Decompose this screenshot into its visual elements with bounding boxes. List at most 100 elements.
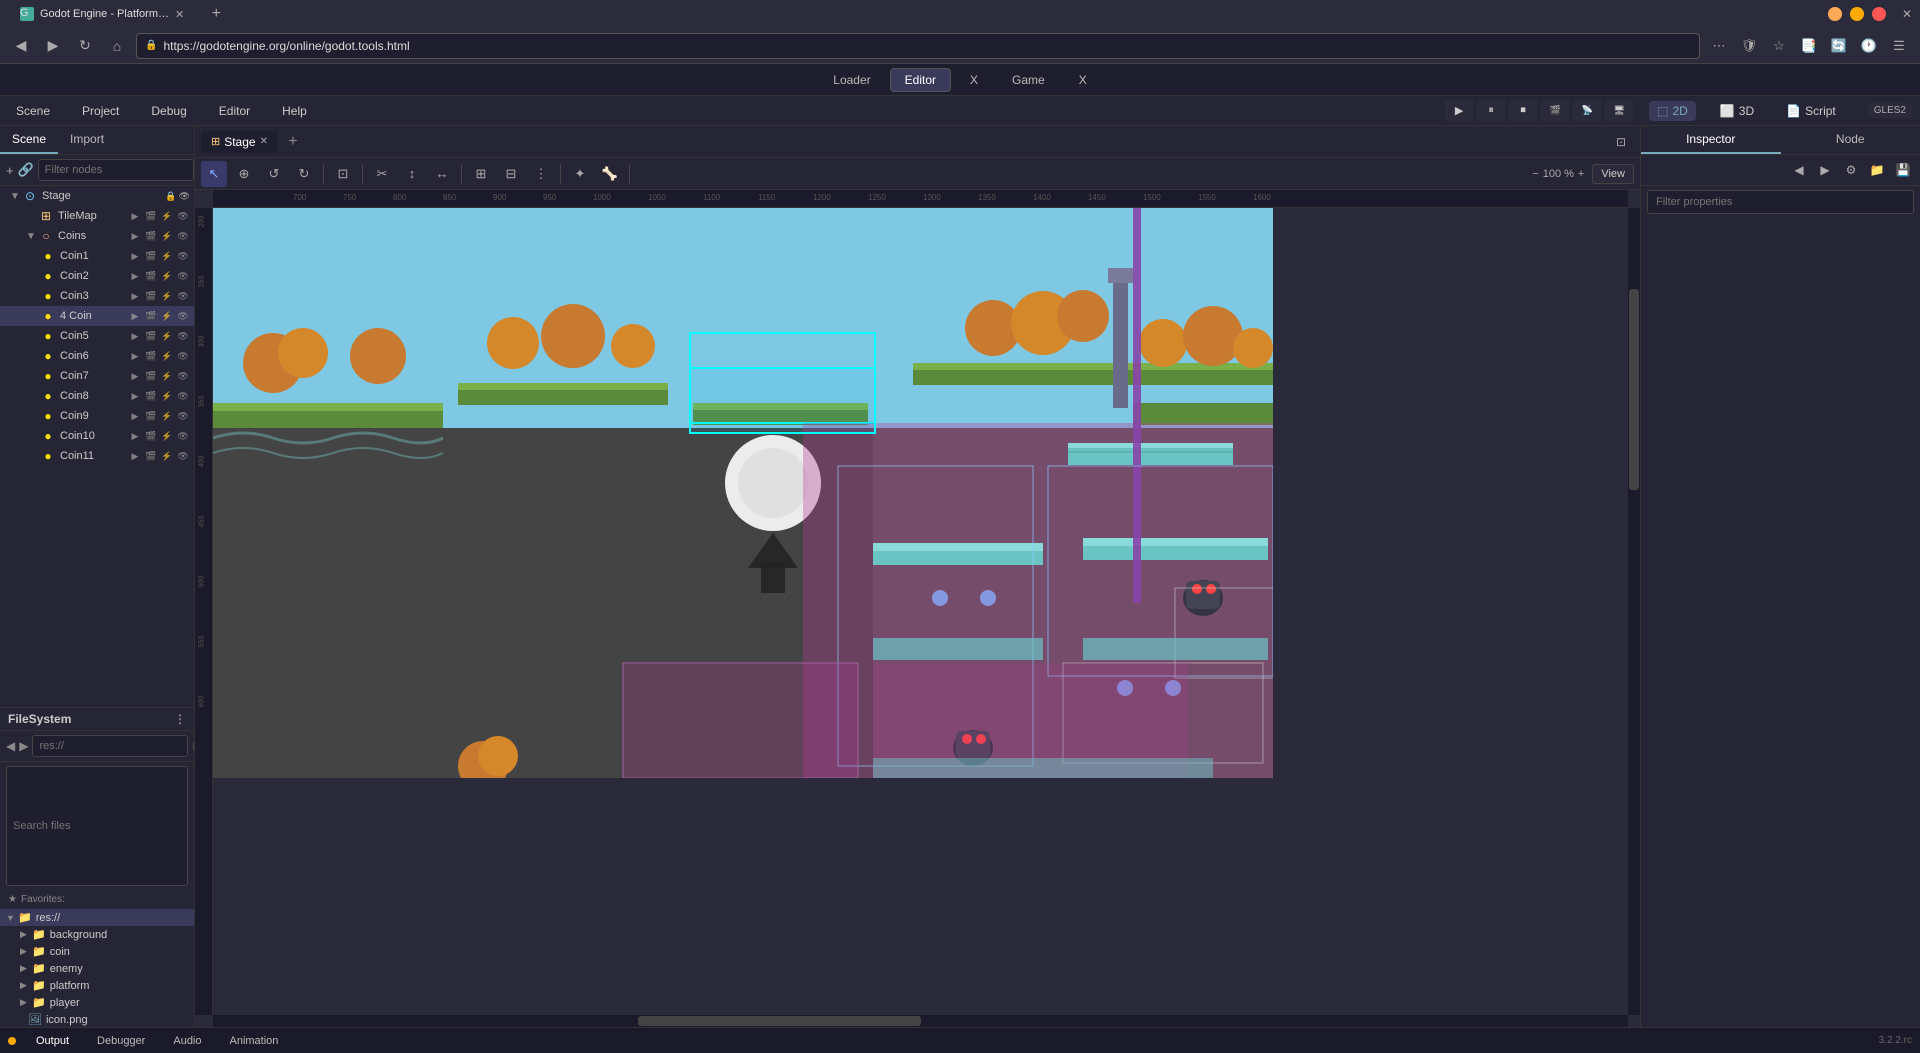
movie-button[interactable]: 🎬 — [1541, 100, 1569, 122]
mode-3d-button[interactable]: ⬜ 3D — [1712, 101, 1762, 121]
eye-action-tilemap[interactable]: 👁 — [176, 209, 190, 223]
tab-loader[interactable]: Loader — [818, 68, 885, 92]
menu-project[interactable]: Project — [74, 100, 127, 122]
v-scrollbar-thumb[interactable] — [1629, 289, 1639, 491]
tab-x1[interactable]: X — [955, 68, 993, 92]
inspector-history-back[interactable]: ◀ — [1788, 159, 1810, 181]
output-tab[interactable]: Output — [28, 1033, 77, 1049]
tree-item-coin9[interactable]: ● Coin9 ▶ 🎬 ⚡ 👁 — [0, 406, 194, 426]
fs-item-coin[interactable]: ▶ 📁 coin — [0, 943, 194, 960]
tree-item-tilemap[interactable]: ▶ ⊞ TileMap ▶ 🎬 ⚡ 👁 — [0, 206, 194, 226]
menu-debug[interactable]: Debug — [143, 100, 194, 122]
view-button[interactable]: View — [1592, 164, 1634, 184]
animation-tab[interactable]: Animation — [222, 1033, 287, 1049]
new-tab-button[interactable]: + — [204, 2, 228, 26]
signal-action-tilemap[interactable]: ⚡ — [160, 209, 174, 223]
tab-editor[interactable]: Editor — [890, 68, 951, 92]
rect-tool[interactable]: ⊡ — [330, 161, 356, 187]
ruler-tool[interactable]: ↔ — [429, 161, 455, 187]
inspector-settings-icon[interactable]: ⚙ — [1840, 159, 1862, 181]
link-button[interactable]: 🔗 — [18, 159, 34, 181]
node-tab[interactable]: Node — [1781, 126, 1920, 154]
lock-tool[interactable]: ⊟ — [498, 161, 524, 187]
tree-item-coin6[interactable]: ● Coin6 ▶ 🎬 ⚡ 👁 — [0, 346, 194, 366]
eye-action-coins[interactable]: 👁 — [176, 229, 190, 243]
tree-item-coins[interactable]: ▼ ○ Coins ▶ 🎬 ⚡ 👁 — [0, 226, 194, 246]
filter-properties-input[interactable] — [1647, 190, 1914, 214]
select-all-tool[interactable]: ✂ — [369, 161, 395, 187]
inspector-tab[interactable]: Inspector — [1641, 126, 1781, 154]
window-close-x[interactable]: ✕ — [1902, 7, 1912, 21]
inspector-history-forward[interactable]: ▶ — [1814, 159, 1836, 181]
h-scrollbar[interactable] — [213, 1015, 1628, 1027]
eye-icon-stage[interactable]: 👁 — [179, 191, 190, 202]
fs-forward-icon[interactable]: ▶ — [19, 739, 28, 753]
fs-panel-menu[interactable]: ⋮ — [174, 712, 186, 726]
tree-item-coin11[interactable]: ● Coin11 ▶ 🎬 ⚡ 👁 — [0, 446, 194, 466]
film-action-tilemap[interactable]: 🎬 — [144, 209, 158, 223]
fs-search-input[interactable] — [6, 766, 188, 886]
sync-icon[interactable]: 🔄 — [1826, 33, 1852, 59]
url-bar[interactable]: 🔒 https://godotengine.org/online/godot.t… — [136, 33, 1700, 59]
fs-back-icon[interactable]: ◀ — [6, 739, 15, 753]
minimize-button[interactable] — [1828, 7, 1842, 21]
pivot-tool[interactable]: ✦ — [567, 161, 593, 187]
browser-tab-active[interactable]: G Godot Engine - Platform… ✕ — [8, 3, 196, 25]
fs-item-res[interactable]: ▼ 📁 res:// — [0, 909, 194, 926]
menu-help[interactable]: Help — [274, 100, 315, 122]
play-action-tilemap[interactable]: ▶ — [128, 209, 142, 223]
tree-item-coin8[interactable]: ● Coin8 ▶ 🎬 ⚡ 👁 — [0, 386, 194, 406]
select-tool[interactable]: ↖ — [201, 161, 227, 187]
shield-icon[interactable]: 🛡 — [1736, 33, 1762, 59]
snap-tool[interactable]: ⊞ — [468, 161, 494, 187]
bookmark-icon[interactable]: ☆ — [1766, 33, 1792, 59]
debugger-tab[interactable]: Debugger — [89, 1033, 153, 1049]
move-tool[interactable]: ⊕ — [231, 161, 257, 187]
fs-item-platform[interactable]: ▶ 📁 platform — [0, 977, 194, 994]
play-action-coins[interactable]: ▶ — [128, 229, 142, 243]
screenshot-button[interactable]: 🖥 — [1605, 100, 1633, 122]
tree-item-coin4[interactable]: ● 4 Coin ▶ 🎬 ⚡ 👁 — [0, 306, 194, 326]
game-canvas[interactable] — [213, 208, 1640, 1027]
zoom-out-icon[interactable]: − — [1532, 168, 1538, 180]
filter-nodes-input[interactable] — [38, 159, 194, 181]
fs-item-player[interactable]: ▶ 📁 player — [0, 994, 194, 1011]
film-action-coins[interactable]: 🎬 — [144, 229, 158, 243]
bookmarks-list-icon[interactable]: 📑 — [1796, 33, 1822, 59]
tab-close-button[interactable]: ✕ — [175, 8, 184, 21]
pause-button[interactable]: ⏸ — [1477, 100, 1505, 122]
back-button[interactable]: ◀ — [8, 33, 34, 59]
v-scrollbar[interactable] — [1628, 208, 1640, 1015]
mode-2d-button[interactable]: ⬚ 2D — [1649, 101, 1696, 121]
editor-tab-stage-close[interactable]: ✕ — [260, 136, 268, 147]
rotate-tool[interactable]: ↺ — [261, 161, 287, 187]
add-node-button[interactable]: + — [6, 159, 14, 181]
inspector-save-icon[interactable]: 💾 — [1892, 159, 1914, 181]
menu-scene[interactable]: Scene — [8, 100, 58, 122]
pan-tool[interactable]: ↕ — [399, 161, 425, 187]
extensions-icon[interactable]: ⋯ — [1706, 33, 1732, 59]
play-button[interactable]: ▶ — [1445, 100, 1473, 122]
maximize-button[interactable] — [1850, 7, 1864, 21]
tab-x2[interactable]: X — [1064, 68, 1102, 92]
group-tool[interactable]: ⋮ — [528, 161, 554, 187]
tree-item-coin7[interactable]: ● Coin7 ▶ 🎬 ⚡ 👁 — [0, 366, 194, 386]
scene-tab[interactable]: Scene — [0, 126, 58, 154]
home-button[interactable]: ⌂ — [104, 33, 130, 59]
audio-tab[interactable]: Audio — [165, 1033, 209, 1049]
bone-tool[interactable]: 🦴 — [597, 161, 623, 187]
refresh-button[interactable]: ↻ — [72, 33, 98, 59]
stop-button[interactable]: ⏹ — [1509, 100, 1537, 122]
inspector-folder-icon[interactable]: 📁 — [1866, 159, 1888, 181]
tree-item-coin3[interactable]: ● Coin3 ▶ 🎬 ⚡ 👁 — [0, 286, 194, 306]
signal-action-coins[interactable]: ⚡ — [160, 229, 174, 243]
forward-button[interactable]: ▶ — [40, 33, 66, 59]
import-tab[interactable]: Import — [58, 126, 116, 154]
zoom-in-icon[interactable]: + — [1578, 168, 1584, 180]
h-scrollbar-thumb[interactable] — [638, 1016, 921, 1026]
menu-icon[interactable]: ☰ — [1886, 33, 1912, 59]
tree-item-coin5[interactable]: ● Coin5 ▶ 🎬 ⚡ 👁 — [0, 326, 194, 346]
tab-game[interactable]: Game — [997, 68, 1060, 92]
tree-item-stage[interactable]: ▼ ⊙ Stage 🔒 👁 — [0, 186, 194, 206]
tree-item-coin10[interactable]: ● Coin10 ▶ 🎬 ⚡ 👁 — [0, 426, 194, 446]
